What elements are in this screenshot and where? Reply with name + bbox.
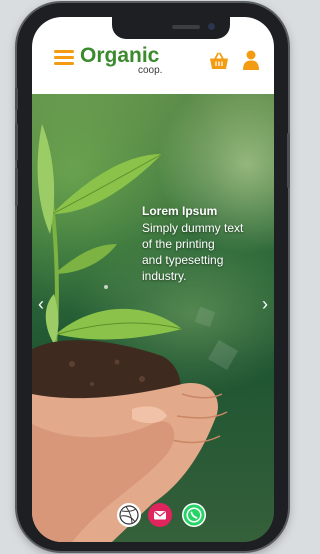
whatsapp-icon[interactable] <box>182 503 206 527</box>
hero-image <box>32 124 239 542</box>
basket-icon[interactable] <box>209 52 229 70</box>
menu-icon[interactable] <box>54 50 74 66</box>
caption-text: Simply dummy text of the printing and ty… <box>142 221 244 283</box>
brand-logo[interactable]: Organic coop. <box>80 44 175 76</box>
next-slide-arrow[interactable]: › <box>258 294 272 314</box>
prev-slide-arrow[interactable]: ‹ <box>34 294 48 314</box>
front-camera <box>208 23 215 30</box>
volume-down-button <box>15 168 18 206</box>
dribbble-icon[interactable] <box>117 503 141 527</box>
phone-screen: Organic coop. Lorem Ipsum Simply dummy t… <box>32 17 274 542</box>
hero-slider[interactable]: Lorem Ipsum Simply dummy text of the pri… <box>32 94 274 542</box>
power-button <box>287 133 290 188</box>
hero-caption: Lorem Ipsum Simply dummy text of the pri… <box>142 204 267 284</box>
user-icon[interactable] <box>242 50 260 70</box>
caption-title: Lorem Ipsum <box>142 204 218 218</box>
logo-subtext: coop. <box>138 65 163 76</box>
mail-icon[interactable] <box>148 503 172 527</box>
volume-up-button <box>15 123 18 161</box>
mute-switch <box>15 88 18 110</box>
speaker <box>172 25 200 29</box>
